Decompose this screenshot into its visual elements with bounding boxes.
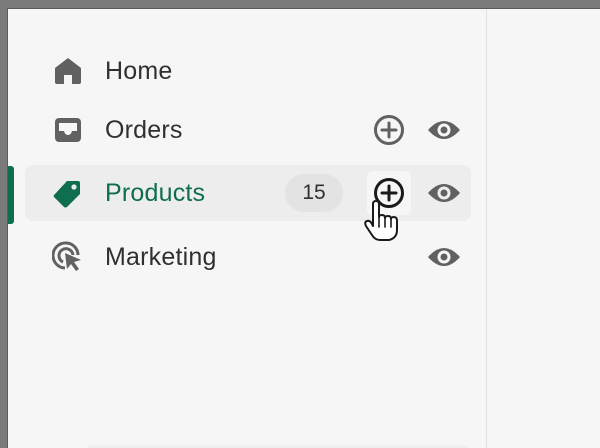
view-products-button[interactable]	[425, 174, 463, 212]
tag-icon	[52, 177, 84, 209]
nav-item-marketing[interactable]: Marketing	[25, 229, 471, 285]
nav-item-home[interactable]: Home	[25, 43, 471, 99]
home-icon	[52, 55, 84, 87]
add-icon	[374, 115, 404, 145]
panel-divider	[486, 9, 487, 448]
eye-icon	[428, 184, 460, 202]
view-orders-button[interactable]	[425, 111, 463, 149]
add-order-button[interactable]	[370, 111, 408, 149]
add-icon	[374, 178, 404, 208]
products-count-badge: 15	[285, 174, 343, 212]
nav-label-marketing: Marketing	[105, 242, 217, 271]
view-marketing-button[interactable]	[425, 238, 463, 276]
add-product-button[interactable]	[367, 171, 411, 215]
bottom-edge	[88, 444, 468, 448]
app-window: Home Orders Products 15 Marketing	[7, 8, 600, 448]
nav-label-orders: Orders	[105, 115, 183, 144]
nav-item-products[interactable]: Products 15	[25, 165, 471, 221]
inbox-icon	[52, 114, 84, 146]
target-icon	[52, 241, 84, 273]
eye-icon	[428, 121, 460, 139]
nav-label-home: Home	[105, 56, 173, 85]
selected-indicator	[8, 166, 14, 224]
nav-item-orders[interactable]: Orders	[25, 102, 471, 158]
eye-icon	[428, 248, 460, 266]
nav-label-products: Products	[105, 178, 206, 207]
